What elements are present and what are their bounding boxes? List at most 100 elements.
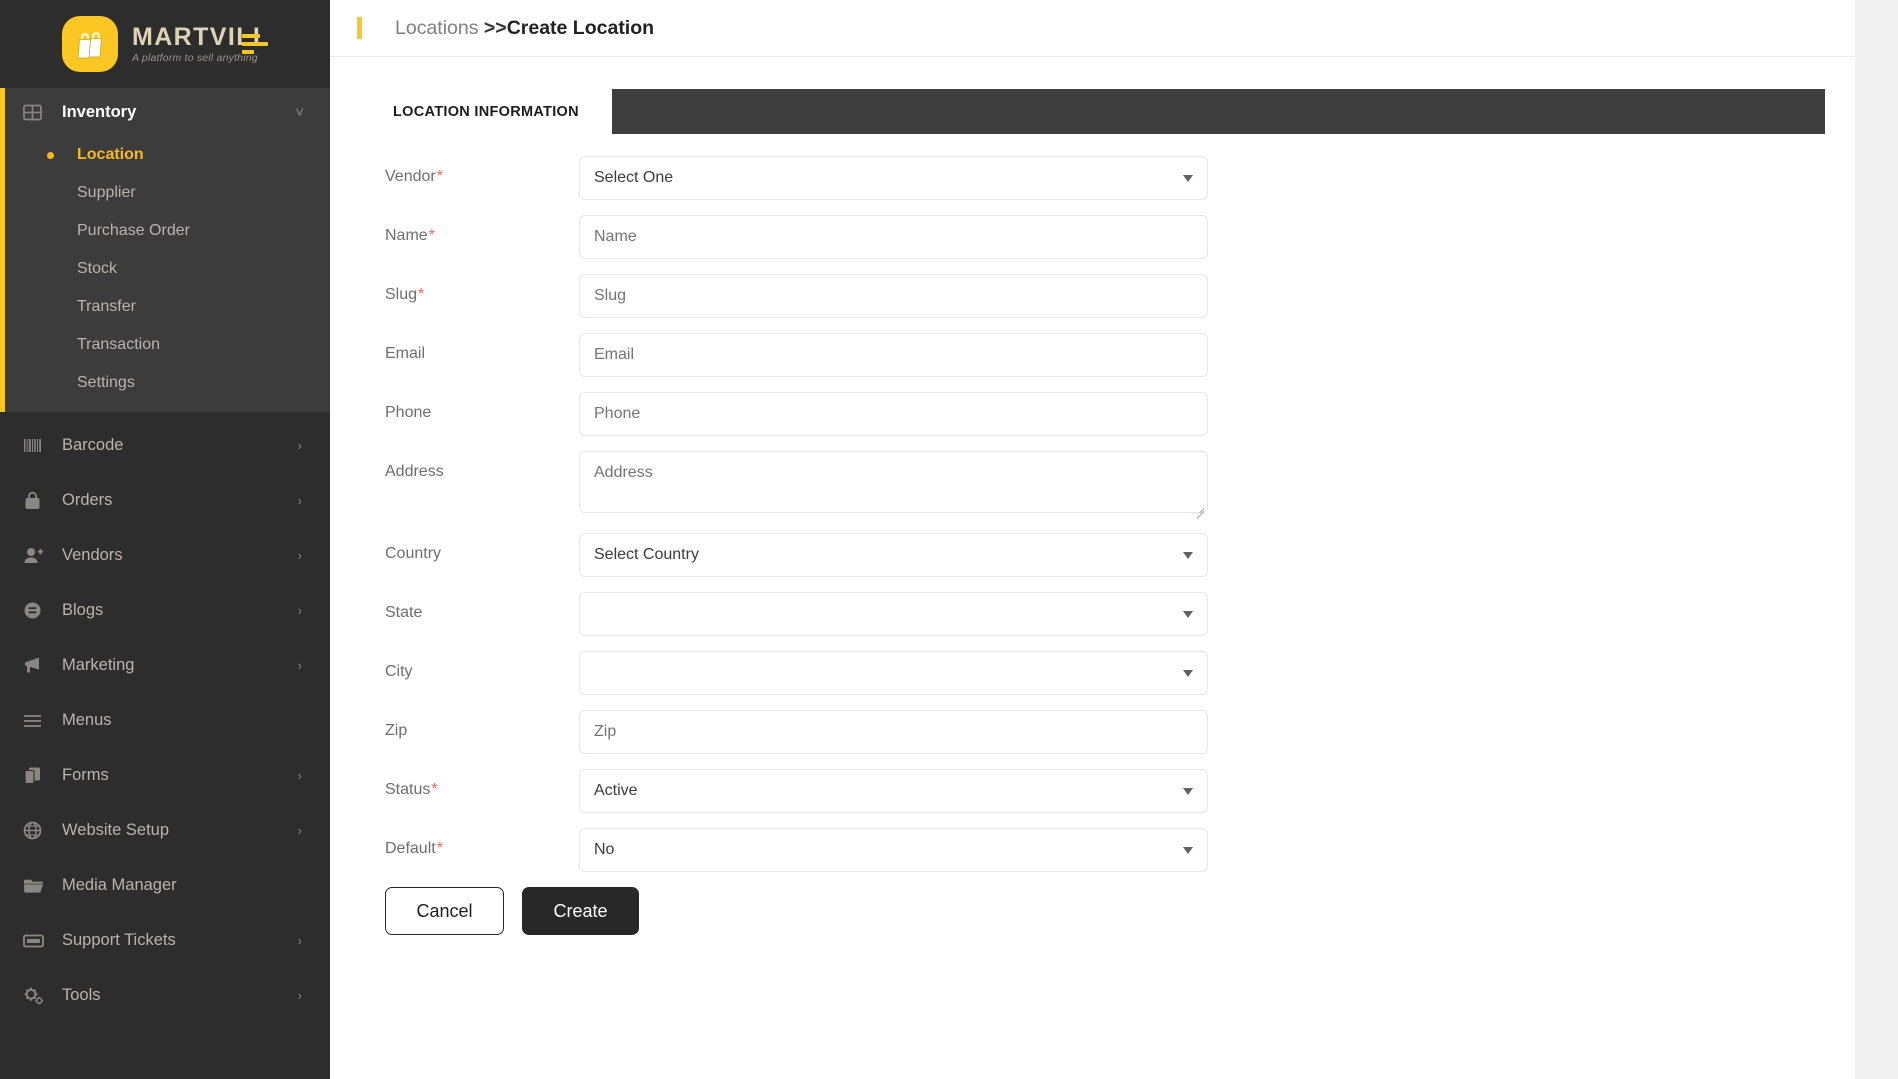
required-asterisk: *	[437, 840, 443, 857]
sidebar-subitem-supplier[interactable]: Supplier	[5, 174, 330, 212]
sidebar-subitem-transaction[interactable]: Transaction	[5, 326, 330, 364]
globe-icon	[23, 821, 51, 840]
name-input[interactable]	[579, 215, 1208, 259]
sidebar: MARTVILL A platform to sell anything Inv…	[0, 0, 330, 1079]
sidebar-lower-nav: Barcode › Orders ›	[0, 412, 330, 1023]
field-label-name: Name*	[360, 215, 579, 245]
label-text: Vendor	[385, 168, 436, 185]
sidebar-subitem-label: Settings	[77, 374, 135, 392]
sidebar-item-inventory[interactable]: Inventory ˅	[5, 88, 330, 136]
main-area: Locations >>Create Location LOCATION INF…	[330, 0, 1898, 1079]
breadcrumb-current: Create Location	[507, 17, 654, 39]
chevron-right-icon: ›	[298, 494, 302, 507]
required-asterisk: *	[431, 781, 437, 798]
topbar: Locations >>Create Location	[330, 0, 1855, 57]
city-select[interactable]	[579, 651, 1208, 695]
email-input[interactable]	[579, 333, 1208, 377]
sidebar-item-label: Media Manager	[62, 876, 177, 895]
field-label-country: Country	[360, 533, 579, 563]
cancel-button[interactable]: Cancel	[385, 887, 504, 935]
field-label-address: Address	[360, 451, 579, 481]
sidebar-item-forms[interactable]: Forms ›	[0, 748, 330, 803]
sidebar-item-vendors[interactable]: Vendors ›	[0, 528, 330, 583]
sidebar-subitem-label: Transaction	[77, 336, 160, 354]
active-bullet-icon	[47, 152, 54, 159]
status-select[interactable]: Active	[579, 769, 1208, 813]
form-row-vendor: Vendor* Select One	[360, 156, 1825, 200]
create-button[interactable]: Create	[522, 887, 639, 935]
phone-input[interactable]	[579, 392, 1208, 436]
sidebar-subitem-location[interactable]: Location	[5, 136, 330, 174]
sidebar-item-website-setup[interactable]: Website Setup ›	[0, 803, 330, 858]
field-label-city: City	[360, 651, 579, 681]
sidebar-item-label: Tools	[62, 986, 101, 1005]
sidebar-subitem-purchase-order[interactable]: Purchase Order	[5, 212, 330, 250]
slug-input[interactable]	[579, 274, 1208, 318]
chevron-right-icon: ›	[298, 659, 302, 672]
sidebar-item-media-manager[interactable]: Media Manager	[0, 858, 330, 913]
chevron-right-icon: ›	[298, 549, 302, 562]
field-control-email	[579, 333, 1208, 377]
vendor-select[interactable]: Select One	[579, 156, 1208, 200]
sidebar-item-label: Marketing	[62, 656, 134, 675]
address-textarea[interactable]	[579, 451, 1208, 513]
sidebar-item-marketing[interactable]: Marketing ›	[0, 638, 330, 693]
sidebar-item-menus[interactable]: Menus	[0, 693, 330, 748]
field-control-country: Select Country	[579, 533, 1208, 577]
country-select[interactable]: Select Country	[579, 533, 1208, 577]
sidebar-item-label: Blogs	[62, 601, 103, 620]
sidebar-item-orders[interactable]: Orders ›	[0, 473, 330, 528]
sidebar-item-tools[interactable]: Tools ›	[0, 968, 330, 1023]
form-row-phone: Phone	[360, 392, 1825, 436]
field-control-default: No	[579, 828, 1208, 872]
user-plus-icon	[23, 546, 51, 565]
sidebar-subitem-label: Stock	[77, 260, 117, 278]
field-label-slug: Slug*	[360, 274, 579, 304]
form-row-slug: Slug*	[360, 274, 1825, 318]
hamburger-menu-icon[interactable]	[242, 34, 268, 54]
label-text: Default	[385, 840, 436, 857]
folder-icon	[23, 877, 51, 894]
field-label-status: Status*	[360, 769, 579, 799]
grid-icon	[23, 103, 51, 122]
field-control-name	[579, 215, 1208, 259]
field-control-state	[579, 592, 1208, 636]
sidebar-item-label: Vendors	[62, 546, 123, 565]
sidebar-item-label: Inventory	[62, 103, 136, 122]
sidebar-subitem-label: Transfer	[77, 298, 136, 316]
form-row-default: Default* No	[360, 828, 1825, 872]
breadcrumb-parent[interactable]: Locations	[395, 17, 484, 39]
required-asterisk: *	[429, 227, 435, 244]
sidebar-subitem-settings[interactable]: Settings	[5, 364, 330, 402]
field-label-vendor: Vendor*	[360, 156, 579, 186]
field-control-status: Active	[579, 769, 1208, 813]
tab-location-information[interactable]: LOCATION INFORMATION	[360, 89, 612, 134]
label-text: Name	[385, 227, 428, 244]
sidebar-item-label: Support Tickets	[62, 931, 176, 950]
default-select[interactable]: No	[579, 828, 1208, 872]
sidebar-subitem-transfer[interactable]: Transfer	[5, 288, 330, 326]
sidebar-item-blogs[interactable]: Blogs ›	[0, 583, 330, 638]
form-row-address: Address	[360, 451, 1825, 518]
sidebar-item-barcode[interactable]: Barcode ›	[0, 418, 330, 473]
sidebar-item-label: Menus	[62, 711, 112, 730]
default-select-value: No	[594, 841, 614, 859]
list-icon	[23, 713, 51, 729]
field-control-address	[579, 451, 1208, 518]
forms-icon	[23, 766, 51, 785]
brand-logo-mark[interactable]	[62, 16, 118, 72]
chevron-right-icon: ›	[298, 439, 302, 452]
chevron-right-icon: ›	[298, 769, 302, 782]
chevron-right-icon: ›	[298, 824, 302, 837]
sidebar-subitem-stock[interactable]: Stock	[5, 250, 330, 288]
label-text: Status	[385, 781, 430, 798]
zip-input[interactable]	[579, 710, 1208, 754]
state-select[interactable]	[579, 592, 1208, 636]
breadcrumb-accent-bar	[357, 17, 362, 39]
form-row-state: State	[360, 592, 1825, 636]
field-label-default: Default*	[360, 828, 579, 858]
sidebar-subitem-label: Purchase Order	[77, 222, 190, 240]
sidebar-item-support-tickets[interactable]: Support Tickets ›	[0, 913, 330, 968]
tab-label: LOCATION INFORMATION	[393, 104, 579, 120]
sidebar-group-inventory: Inventory ˅ Location Supplier Purchase O…	[0, 88, 330, 412]
